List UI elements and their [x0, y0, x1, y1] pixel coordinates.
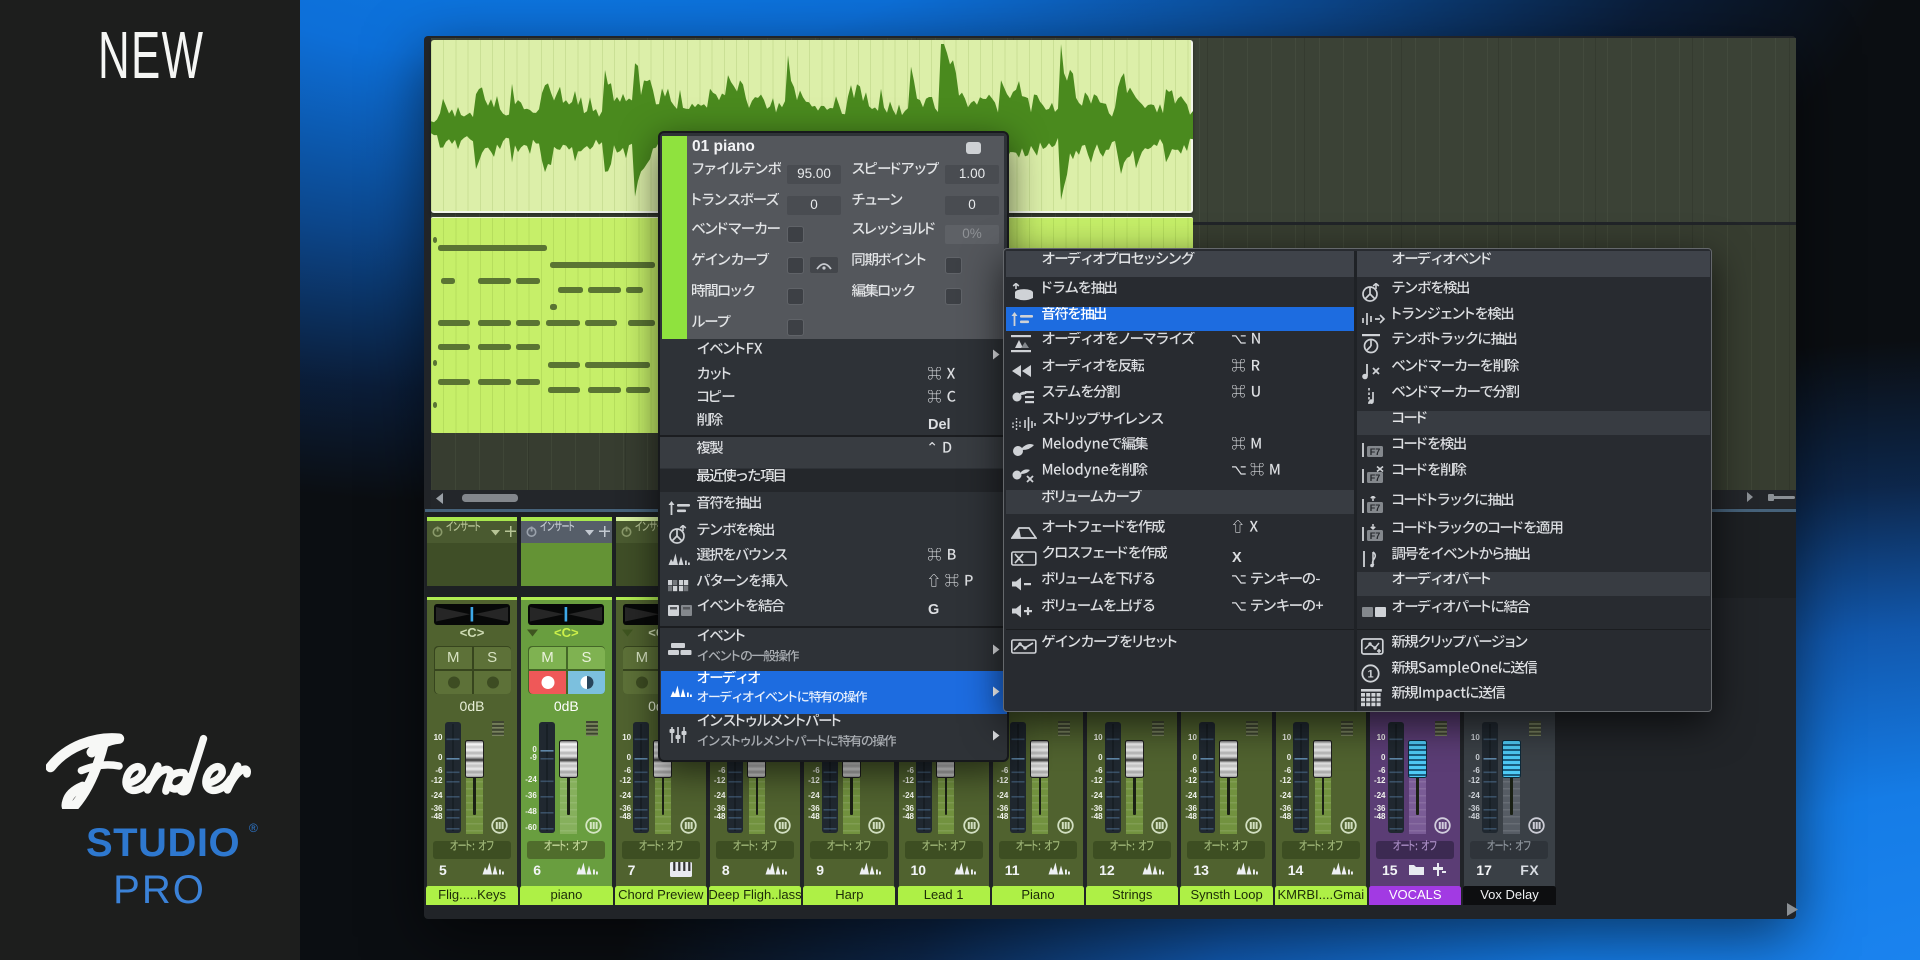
- svg-text:F7: F7: [1370, 473, 1381, 483]
- svg-text:1: 1: [1367, 668, 1373, 680]
- svg-text:F7: F7: [1370, 447, 1381, 457]
- svg-text:F7: F7: [1370, 531, 1381, 541]
- svg-text:F7: F7: [1370, 503, 1381, 513]
